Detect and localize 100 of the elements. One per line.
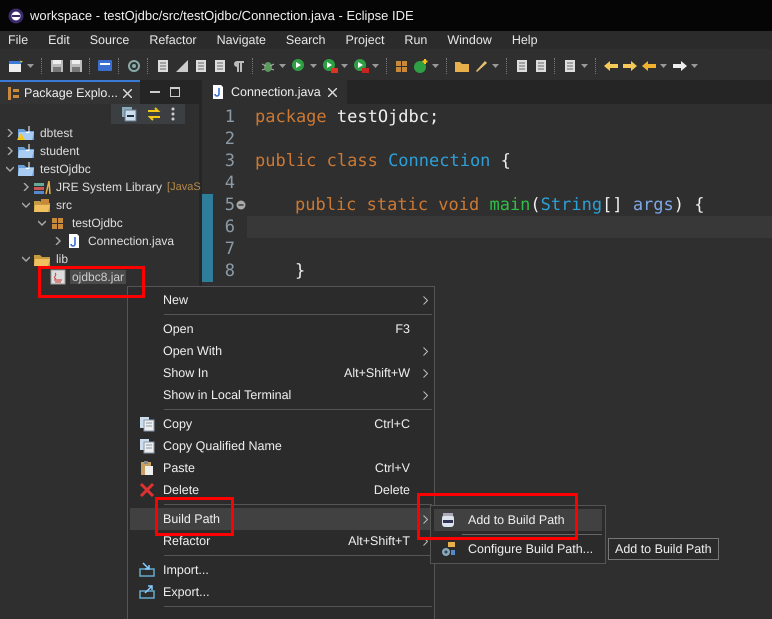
tooltip: Add to Build Path — [608, 538, 719, 560]
menu-item[interactable]: Navigate — [210, 33, 276, 47]
shortcut-label: Alt+Shift+T — [348, 534, 410, 548]
code-line: package testOjdbc; — [255, 107, 440, 127]
jar-icon — [440, 512, 456, 528]
menu-item[interactable]: Import... — [130, 559, 432, 581]
page-icon[interactable] — [533, 58, 549, 74]
shortcut-label: Ctrl+C — [374, 417, 410, 431]
forward-arrow-icon[interactable] — [622, 58, 638, 74]
line-number: 6 — [224, 217, 235, 237]
close-icon[interactable] — [122, 88, 132, 98]
menu-item[interactable]: Show In Alt+Shift+W — [130, 362, 432, 384]
target-icon[interactable] — [126, 58, 142, 74]
menu-item[interactable]: Run — [398, 33, 438, 47]
shortcut-label: Ctrl+V — [374, 461, 410, 475]
save-all-icon[interactable] — [68, 58, 84, 74]
caret-icon[interactable] — [492, 64, 499, 68]
caret-icon[interactable] — [691, 64, 698, 68]
tree-item[interactable]: JRE System Library — [54, 180, 164, 194]
menu-item[interactable]: Refactor Alt+Shift+T — [130, 530, 432, 552]
tree-item[interactable]: ojdbc8.jar — [70, 270, 126, 284]
new-class-icon[interactable] — [413, 58, 429, 74]
caret-icon[interactable] — [660, 64, 667, 68]
project-folder-icon — [17, 143, 35, 159]
menu-item[interactable]: Project — [340, 33, 394, 47]
menu-item[interactable]: Source — [84, 33, 140, 47]
arrow-right-icon[interactable] — [672, 58, 688, 74]
save-icon[interactable] — [49, 58, 65, 74]
menu-item[interactable]: Open F3 — [130, 318, 432, 340]
import-icon — [138, 562, 154, 578]
menu-item[interactable]: New — [130, 289, 432, 311]
arrow-left-icon[interactable] — [641, 58, 657, 74]
menu-item[interactable]: Delete Delete — [130, 479, 432, 501]
tree-item[interactable]: testOjdbc — [70, 216, 125, 230]
menu-item[interactable]: Open With — [130, 340, 432, 362]
caret-icon[interactable] — [581, 64, 588, 68]
clipboard-icon — [138, 460, 154, 476]
menu-item[interactable]: Add to Build Path — [434, 509, 602, 531]
run-icon[interactable] — [353, 58, 369, 74]
caret-icon[interactable] — [372, 64, 379, 68]
caret-icon[interactable] — [432, 64, 439, 68]
eclipse-icon — [8, 8, 24, 24]
maximize-icon[interactable] — [170, 87, 180, 97]
editor-tab-label: Connection.java — [231, 85, 321, 99]
line-number: 8 — [224, 261, 235, 281]
menu-item[interactable]: File — [2, 33, 38, 47]
java-file-icon — [212, 85, 224, 99]
library-icon — [33, 179, 51, 195]
line-number: 2 — [224, 129, 235, 149]
view-tab-label: Package Explo... — [24, 86, 118, 100]
terminal-icon[interactable] — [97, 58, 113, 74]
brush-icon[interactable] — [473, 58, 489, 74]
menu-item[interactable]: Show in Local Terminal — [130, 384, 432, 406]
menu-item[interactable]: Export... — [130, 581, 432, 603]
caret-icon[interactable] — [27, 64, 34, 68]
source-folder-icon — [33, 197, 51, 213]
link-icon[interactable] — [146, 106, 162, 122]
tree-item[interactable]: Connection.java — [86, 234, 176, 248]
pilcrow-icon[interactable] — [231, 58, 247, 74]
tree-item[interactable]: testOjdbc — [38, 162, 93, 176]
package-icon[interactable] — [394, 58, 410, 74]
delete-icon — [138, 482, 154, 498]
tree-item[interactable]: lib — [54, 252, 70, 266]
menu-item[interactable]: Search — [280, 33, 336, 47]
caret-icon[interactable] — [279, 64, 286, 68]
line-number: 4 — [224, 173, 235, 193]
shortcut-label: Delete — [374, 483, 410, 497]
tree-item-decoration: [JavaS — [167, 181, 201, 193]
page-icon[interactable] — [212, 58, 228, 74]
menu-item[interactable]: Copy Qualified Name — [130, 435, 432, 457]
caret-icon[interactable] — [310, 64, 317, 68]
tree-item[interactable]: student — [38, 144, 82, 158]
code-line: } — [295, 261, 306, 281]
collapse-all-icon[interactable] — [121, 106, 137, 122]
view-menu-icon[interactable] — [171, 107, 175, 121]
line-number: 5 — [224, 195, 235, 215]
editor-tab[interactable]: Connection.java — [202, 80, 347, 104]
window-title: workspace - testOjdbc/src/testOjdbc/Connection.java - Eclipse IDE — [30, 8, 414, 23]
caret-icon[interactable] — [341, 64, 348, 68]
run-icon[interactable] — [291, 58, 307, 74]
fold-icon[interactable] — [236, 200, 246, 210]
view-tab[interactable]: Package Explo... — [0, 80, 140, 104]
menu-item[interactable]: Refactor — [143, 33, 207, 47]
menu-item[interactable]: Help — [506, 33, 548, 47]
code-line: public class Connection { — [255, 151, 511, 171]
run-icon[interactable] — [322, 58, 338, 74]
line-number: 7 — [224, 239, 235, 259]
menu-item[interactable]: Build Path — [130, 508, 432, 530]
menu-item[interactable]: Edit — [42, 33, 80, 47]
menu-item[interactable]: Paste Ctrl+V — [130, 457, 432, 479]
menu-item[interactable]: Copy Ctrl+C — [130, 413, 432, 435]
close-icon[interactable] — [328, 88, 337, 96]
menu-item[interactable]: Window — [441, 33, 502, 47]
back-arrow-icon[interactable] — [603, 58, 619, 74]
copy-icon — [138, 416, 154, 432]
menu-item[interactable]: Configure Build Path... — [434, 538, 602, 560]
tree-item[interactable]: dbtest — [38, 126, 75, 140]
tree-item[interactable]: src — [54, 198, 74, 212]
line-number: 3 — [224, 151, 235, 171]
new-document-icon[interactable] — [8, 58, 24, 74]
